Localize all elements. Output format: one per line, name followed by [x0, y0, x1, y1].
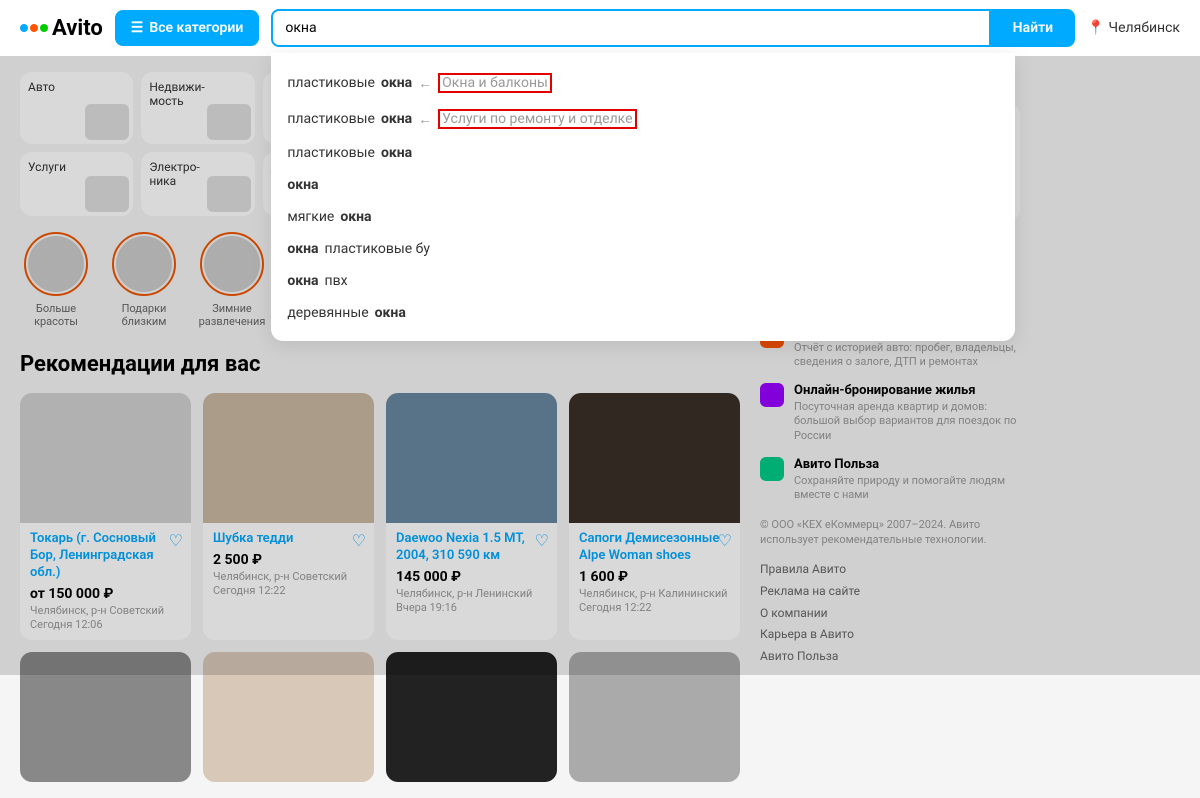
heart-icon[interactable]: ♡ [169, 531, 183, 550]
search-input[interactable] [271, 9, 990, 47]
rec-card[interactable] [569, 652, 740, 782]
footer-link[interactable]: Реклама на сайте [760, 581, 1020, 603]
suggestion-item[interactable]: окна [271, 169, 1015, 201]
menu-icon: ☰ [131, 20, 144, 36]
story-item[interactable]: Больше красоты [20, 232, 92, 328]
category-card[interactable]: Электро- ника [141, 152, 254, 216]
service-item[interactable]: Авито ПользаСохраняйте природу и помогай… [760, 457, 1020, 503]
footer-link[interactable]: О компании [760, 603, 1020, 625]
footer-link[interactable]: Правила Авито [760, 559, 1020, 581]
rec-card[interactable] [386, 652, 557, 782]
location-selector[interactable]: 📍 Челябинск [1087, 20, 1180, 36]
all-categories-button[interactable]: ☰ Все категории [115, 10, 260, 46]
story-item[interactable]: Зимние развлечения [196, 232, 268, 328]
suggestion-item[interactable]: пластиковые окна [271, 137, 1015, 169]
category-card[interactable]: Услуги [20, 152, 133, 216]
category-card[interactable]: Недвижи- мость [141, 72, 254, 144]
footer-links: Правила АвитоРеклама на сайтеО компанииК… [760, 559, 1020, 667]
recommendations-grid: ♡Токарь (г. Сосновый Бор, Ленинградская … [20, 393, 740, 640]
heart-icon[interactable]: ♡ [352, 531, 366, 550]
story-item[interactable]: Подарки близким [108, 232, 180, 328]
heart-icon[interactable]: ♡ [535, 531, 549, 550]
category-card[interactable]: Авто [20, 72, 133, 144]
header: Avito ☰ Все категории Найти пластиковые … [0, 0, 1200, 56]
suggestion-item[interactable]: мягкие окна [271, 201, 1015, 233]
service-item[interactable]: Онлайн-бронирование жильяПосуточная арен… [760, 383, 1020, 443]
recommendation-card[interactable]: ♡Шубка тедди2 500 ₽Челябинск, р-н Советс… [203, 393, 374, 640]
footer-link[interactable]: Карьера в Авито [760, 624, 1020, 646]
search-button[interactable]: Найти [991, 9, 1075, 47]
search-suggestions: пластиковые окна ← Окна и балконыпластик… [271, 53, 1015, 341]
pin-icon: 📍 [1087, 20, 1104, 36]
heart-icon[interactable]: ♡ [718, 531, 732, 550]
recommendation-card[interactable]: ♡Daewoo Nexia 1.5 МТ, 2004, 310 590 км14… [386, 393, 557, 640]
suggestion-item[interactable]: пластиковые окна ← Услуги по ремонту и о… [271, 101, 1015, 137]
recommendation-card[interactable]: ♡Сапоги Демисезонные Alpe Woman shoes1 6… [569, 393, 740, 640]
copyright: © ООО «КЕХ еКоммерц» 2007–2024. Авито ис… [760, 517, 1020, 548]
suggestion-item[interactable]: окна пвх [271, 265, 1015, 297]
rec-card[interactable] [203, 652, 374, 782]
logo[interactable]: Avito [20, 16, 103, 41]
footer-link[interactable]: Авито Польза [760, 646, 1020, 668]
suggestion-item[interactable]: пластиковые окна ← Окна и балконы [271, 65, 1015, 101]
suggestion-item[interactable]: деревянные окна [271, 297, 1015, 329]
suggestion-item[interactable]: окна пластиковые бу [271, 233, 1015, 265]
recommendation-card[interactable]: ♡Токарь (г. Сосновый Бор, Ленинградская … [20, 393, 191, 640]
recommendations-heading: Рекомендации для вас [20, 352, 740, 377]
rec-card[interactable] [20, 652, 191, 782]
